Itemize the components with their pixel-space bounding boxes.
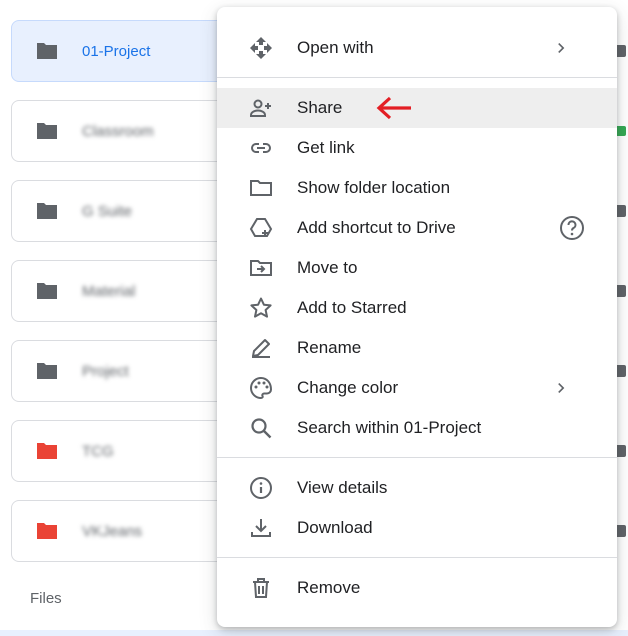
menu-item-share[interactable]: Share [217, 88, 617, 128]
menu-item-label: Change color [297, 378, 399, 397]
folder-icon [37, 443, 57, 459]
menu-item-download[interactable]: Download [217, 508, 617, 548]
folder-name: G Suite [82, 202, 133, 220]
files-section-label: Files [30, 590, 62, 607]
menu-item-label: Add shortcut to Drive [297, 218, 456, 237]
help-icon[interactable] [559, 215, 585, 241]
menu-item-label: Search within 01-Project [297, 418, 482, 437]
chevron-right-icon [558, 43, 565, 53]
folder-icon [37, 203, 57, 219]
menu-item-change-color[interactable]: Change color [217, 368, 617, 408]
menu-item-label: Share [297, 98, 343, 117]
menu-item-add-shortcut[interactable]: Add shortcut to Drive [217, 208, 617, 248]
link-icon [247, 136, 275, 160]
menu-item-remove[interactable]: Remove [217, 568, 617, 608]
info-icon [247, 476, 275, 500]
menu-item-get-link[interactable]: Get link [217, 128, 617, 168]
folder-card-tcg[interactable]: TCG [11, 420, 231, 482]
chevron-right-icon [558, 383, 565, 393]
red-arrow-icon [376, 96, 411, 120]
menu-item-label: Show folder location [297, 178, 451, 197]
context-menu: Open with Share Get link Show folder loc… [217, 7, 617, 627]
folder-card-material[interactable]: Material [11, 260, 231, 322]
menu-item-label: Get link [297, 138, 355, 157]
menu-item-search-within[interactable]: Search within 01-Project [217, 408, 617, 448]
menu-item-rename[interactable]: Rename [217, 328, 617, 368]
folder-icon [37, 123, 57, 139]
search-icon [247, 416, 275, 440]
folder-move-icon [247, 256, 275, 280]
menu-divider [217, 457, 617, 458]
folder-outline-icon [247, 176, 275, 200]
folder-icon [37, 43, 57, 59]
folder-name: 01-Project [82, 42, 151, 60]
folder-icon [37, 523, 57, 539]
person-add-icon [247, 96, 275, 120]
trash-icon [247, 576, 275, 600]
menu-item-show-folder-location[interactable]: Show folder location [217, 168, 617, 208]
menu-item-label: Rename [297, 338, 362, 357]
menu-item-view-details[interactable]: View details [217, 468, 617, 508]
folder-icon [37, 283, 57, 299]
menu-item-label: Open with [297, 38, 374, 57]
folder-card-project[interactable]: Project [11, 340, 231, 402]
folder-card-vkjeans[interactable]: VKJeans [11, 500, 231, 562]
menu-item-label: Download [297, 518, 373, 537]
menu-item-move-to[interactable]: Move to [217, 248, 617, 288]
folder-name: Classroom [82, 122, 154, 140]
folder-name: TCG [82, 442, 114, 460]
folder-card-g-suite[interactable]: G Suite [11, 180, 231, 242]
download-icon [247, 516, 275, 540]
folder-name: Project [82, 362, 129, 380]
file-row-edge [0, 630, 628, 636]
menu-divider [217, 557, 617, 558]
menu-item-label: Move to [297, 258, 358, 277]
folder-card-01-project[interactable]: 01-Project [11, 20, 231, 82]
menu-item-label: Add to Starred [297, 298, 407, 317]
menu-divider [217, 77, 617, 78]
menu-item-open-with[interactable]: Open with [217, 28, 617, 68]
folder-icon [37, 363, 57, 379]
drive-shortcut-icon [247, 216, 275, 240]
menu-item-label: View details [297, 478, 388, 497]
palette-icon [247, 376, 275, 400]
folder-name: VKJeans [82, 522, 143, 540]
move-arrows-icon [247, 36, 275, 60]
menu-item-add-starred[interactable]: Add to Starred [217, 288, 617, 328]
pencil-icon [247, 336, 275, 360]
star-outline-icon [247, 296, 275, 320]
folder-name: Material [82, 282, 136, 300]
folder-card-classroom[interactable]: Classroom [11, 100, 231, 162]
menu-item-label: Remove [297, 578, 361, 597]
